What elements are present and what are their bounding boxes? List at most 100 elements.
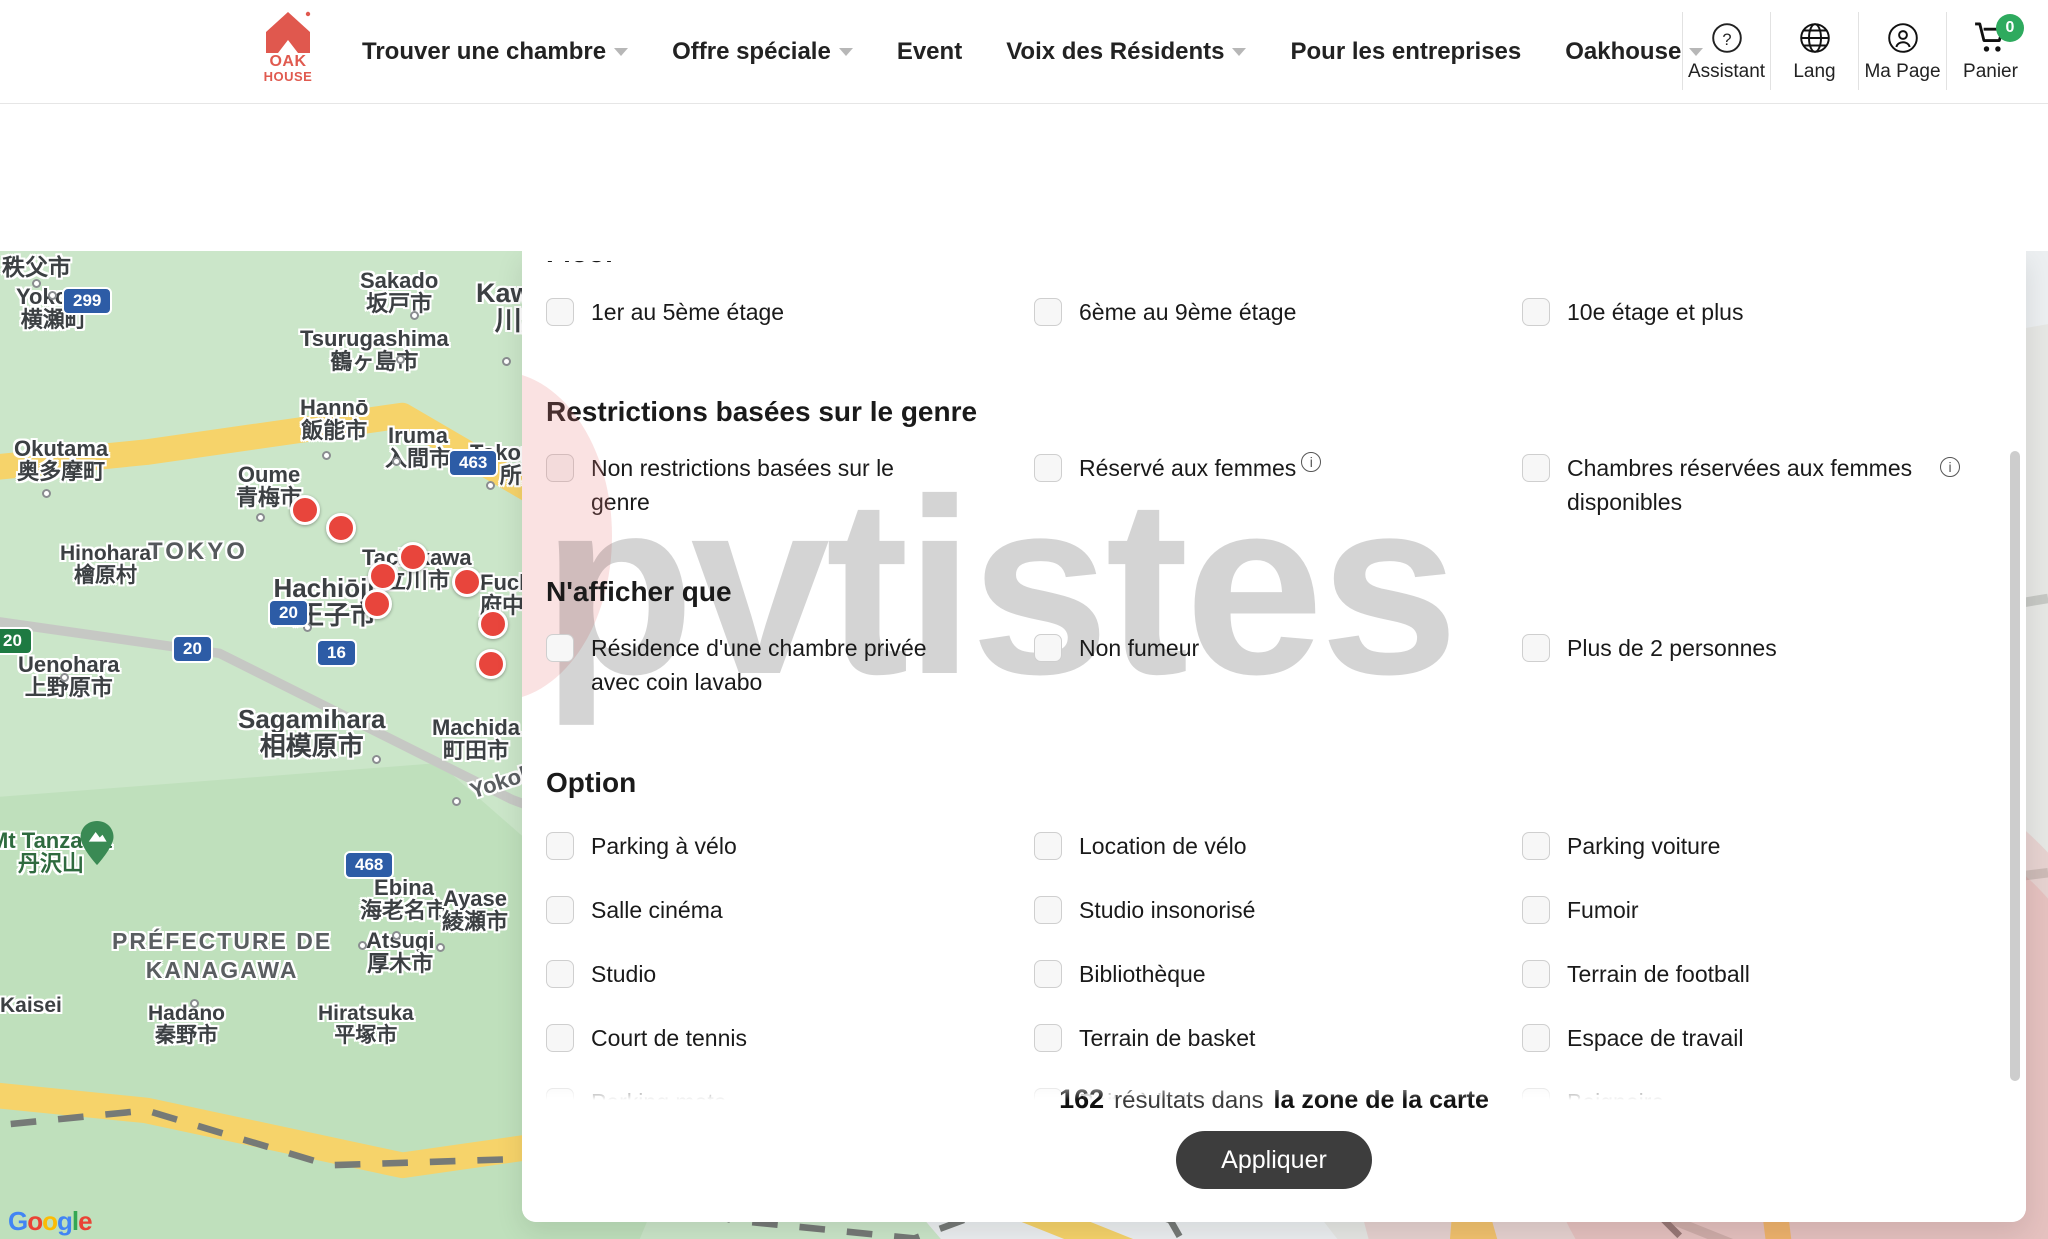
assistant-button[interactable]: ? Assistant (1682, 12, 1770, 90)
checkbox[interactable] (546, 960, 574, 988)
checkbox-label: 1er au 5ème étage (591, 299, 785, 325)
checkbox[interactable] (546, 634, 574, 662)
checkbox-row[interactable]: Court de tennis (546, 1021, 1034, 1073)
map-listing-pin[interactable] (368, 561, 398, 591)
info-icon[interactable]: i (1940, 457, 1960, 477)
checkbox[interactable] (1034, 454, 1062, 482)
checkbox[interactable] (1522, 832, 1550, 860)
checkbox[interactable] (1522, 454, 1550, 482)
main-nav: Trouver une chambre Offre spéciale Event… (340, 0, 1725, 104)
checkbox[interactable] (546, 832, 574, 860)
checkbox[interactable] (546, 1024, 574, 1052)
user-circle-icon (1885, 19, 1921, 57)
checkbox[interactable] (1522, 896, 1550, 924)
checkbox-row[interactable]: Terrain de basket (1034, 1021, 1522, 1073)
checkbox-row[interactable]: Parking à vélo (546, 829, 1034, 881)
checkbox[interactable] (1034, 896, 1062, 924)
autre-filter-panel: pvtistes Floor 1er au 5ème étage 6ème au… (522, 251, 2026, 1222)
map-listing-pin[interactable] (398, 542, 428, 572)
checkbox-row[interactable]: 10e étage et plus (1522, 295, 1986, 347)
google-attribution: Google (8, 1206, 93, 1236)
checkbox-row[interactable]: Non restrictions basées sur le genre (546, 451, 1034, 519)
nav-label: Event (896, 38, 963, 65)
globe-icon (1797, 19, 1833, 57)
oak-house-logo-mark (264, 10, 312, 54)
nav-item-voix-des-residents[interactable]: Voix des Résidents (984, 38, 1268, 66)
my-page-button[interactable]: Ma Page (1858, 12, 1946, 90)
checkbox-label: Plus de 2 personnes (1567, 635, 1777, 661)
checkbox[interactable] (1034, 832, 1062, 860)
checkbox-row[interactable]: Parking voiture (1522, 829, 1986, 881)
nav-item-event[interactable]: Event (875, 38, 984, 66)
checkbox-row[interactable]: Chambres réservées aux femmes disponible… (1522, 451, 1986, 519)
panel-scrollbar-thumb[interactable] (2010, 451, 2020, 1081)
checkbox[interactable] (546, 454, 574, 482)
checkbox[interactable] (1522, 1024, 1550, 1052)
section-restrictions-items: Non restrictions basées sur le genre Rés… (546, 451, 1986, 519)
results-count-line: 162 résultats dans la zone de la carte (1059, 1084, 1489, 1115)
highway-shield-20: 20 (172, 635, 213, 663)
checkbox-row[interactable]: Location de vélo (1034, 829, 1522, 881)
checkbox[interactable] (546, 896, 574, 924)
checkbox-label: Court de tennis (591, 1025, 747, 1051)
panel-footer: 162 résultats dans la zone de la carte A… (522, 1074, 2026, 1222)
info-icon[interactable]: i (1301, 452, 1322, 473)
lang-button[interactable]: Lang (1770, 12, 1858, 90)
checkbox-row[interactable]: Plus de 2 personnes (1522, 631, 1986, 699)
checkbox[interactable] (1034, 298, 1062, 326)
checkbox-row[interactable]: Studio (546, 957, 1034, 1009)
checkbox-label: Résidence d'une chambre privée avec coin… (591, 635, 927, 695)
checkbox-row[interactable]: Résidence d'une chambre privée avec coin… (546, 631, 1034, 699)
section-nafficher-items: Résidence d'une chambre privée avec coin… (546, 631, 1986, 699)
map-listing-pin[interactable] (326, 513, 356, 543)
cart-button[interactable]: 0 Panier (1946, 12, 2034, 90)
checkbox-row[interactable]: Terrain de football (1522, 957, 1986, 1009)
oak-house-logo[interactable]: OAK HOUSE (258, 10, 318, 94)
map-listing-pin[interactable] (476, 649, 506, 679)
nav-item-pour-les-entreprises[interactable]: Pour les entreprises (1268, 38, 1543, 66)
map-city-dot (410, 311, 419, 320)
filter-bar (0, 104, 2048, 251)
checkbox-row[interactable]: Salle cinéma (546, 893, 1034, 945)
checkbox[interactable] (1522, 634, 1550, 662)
checkbox-row[interactable]: 6ème au 9ème étage (1034, 295, 1522, 347)
checkbox-row[interactable]: Bibliothèque (1034, 957, 1522, 1009)
checkbox[interactable] (1522, 960, 1550, 988)
checkbox[interactable] (1034, 634, 1062, 662)
checkbox-row[interactable]: Fumoir (1522, 893, 1986, 945)
map-city-dot (436, 943, 445, 952)
checkbox[interactable] (1034, 1024, 1062, 1052)
map-listing-pin[interactable] (290, 495, 320, 525)
checkbox-label: 6ème au 9ème étage (1079, 299, 1297, 325)
map-city-dot (392, 457, 401, 466)
results-zone-text: la zone de la carte (1273, 1086, 1489, 1114)
checkbox[interactable] (1522, 298, 1550, 326)
checkbox-row[interactable]: Réservé aux femmes i (1034, 451, 1522, 519)
highway-shield-20: 20 (0, 627, 33, 655)
map-listing-pin[interactable] (478, 609, 508, 639)
apply-button[interactable]: Appliquer (1176, 1131, 1372, 1189)
chevron-down-icon (1232, 48, 1247, 56)
nav-item-trouver-une-chambre[interactable]: Trouver une chambre (340, 38, 650, 66)
nav-item-offre-speciale[interactable]: Offre spéciale (650, 38, 875, 66)
checkbox[interactable] (1034, 960, 1062, 988)
checkbox-label: Bibliothèque (1079, 961, 1206, 987)
checkbox-row[interactable]: Studio insonorisé (1034, 893, 1522, 945)
checkbox-row[interactable]: Non fumeur (1034, 631, 1522, 699)
checkbox-label: Terrain de football (1567, 961, 1750, 987)
map-listing-pin[interactable] (452, 567, 482, 597)
checkbox-label: Non restrictions basées sur le genre (591, 455, 894, 515)
checkbox-label: Salle cinéma (591, 897, 723, 923)
map-city-dot (396, 355, 405, 364)
map-listing-pin[interactable] (362, 589, 392, 619)
checkbox[interactable] (546, 298, 574, 326)
mountain-map-pin[interactable] (80, 821, 114, 865)
checkbox-label: Non fumeur (1079, 635, 1200, 661)
checkbox-label: Terrain de basket (1079, 1025, 1256, 1051)
checkbox-row[interactable]: Espace de travail (1522, 1021, 1986, 1073)
highway-shield-16: 16 (316, 639, 357, 667)
section-title-option: Option (546, 767, 637, 798)
logo-line-1: OAK (269, 53, 307, 70)
map-city-dot (452, 797, 461, 806)
checkbox-row[interactable]: 1er au 5ème étage (546, 295, 1034, 347)
